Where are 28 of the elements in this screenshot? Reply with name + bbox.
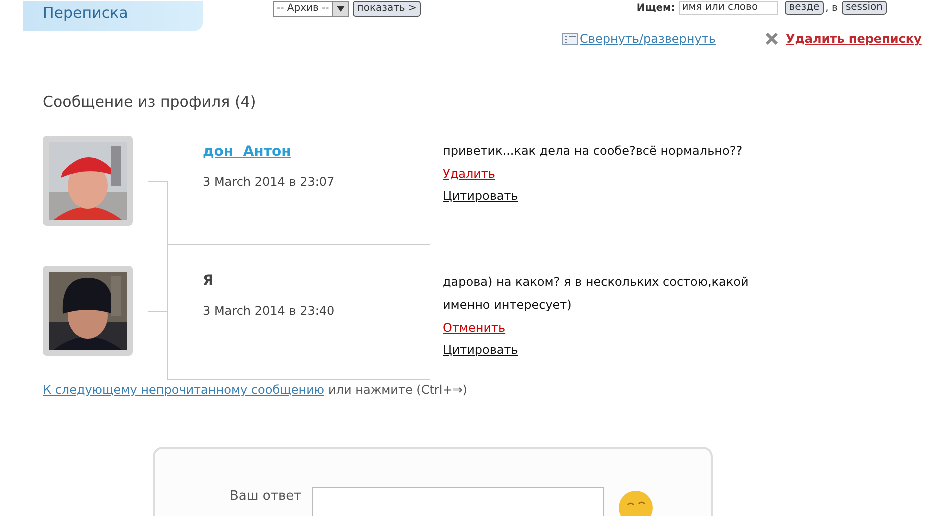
search-field[interactable]: имя или слово xyxy=(679,1,778,15)
reply-field[interactable] xyxy=(312,487,604,516)
quote-link[interactable]: Цитировать xyxy=(443,185,518,207)
next-unread-link[interactable]: К следующему непрочитанному сообщению xyxy=(43,381,325,399)
delete-link[interactable]: Отменить xyxy=(443,317,506,339)
author-name: Я xyxy=(203,272,215,291)
search-label: Ищем: xyxy=(636,2,676,16)
dropdown-arrow-icon xyxy=(336,6,345,12)
quote-link[interactable]: Цитировать xyxy=(443,339,518,361)
list-icon xyxy=(562,33,578,45)
scope-button[interactable]: везде xyxy=(785,1,824,15)
separator-text: , в xyxy=(826,2,838,16)
conversation-tab[interactable]: Переписка xyxy=(23,1,203,31)
section-heading: Сообщение из профиля (4) xyxy=(43,92,258,112)
show-button[interactable]: показать > xyxy=(353,1,421,17)
message-text: приветик...как дела на сообе?всё нормально?? xyxy=(443,143,743,160)
delete-link[interactable]: Удалить xyxy=(443,163,496,185)
smiley-icon xyxy=(618,489,656,516)
collapse-expand-link[interactable]: Свернуть/развернуть xyxy=(580,30,716,48)
archive-select[interactable]: -- Архив -- xyxy=(273,1,350,17)
shortcut-hint: или нажмите (Ctrl+⇒) xyxy=(328,382,468,399)
message-text: дарова) на каком? я в нескольких состою,какой именно интересует) xyxy=(443,274,750,314)
delete-conversation-link[interactable]: Удалить переписку xyxy=(786,30,922,48)
close-icon xyxy=(766,33,778,45)
session-button[interactable]: session xyxy=(842,1,887,15)
message-date: 3 March 2014 в 23:40 xyxy=(203,303,336,320)
reply-label: Ваш ответ xyxy=(230,488,302,506)
message-date: 3 March 2014 в 23:07 xyxy=(203,174,336,191)
